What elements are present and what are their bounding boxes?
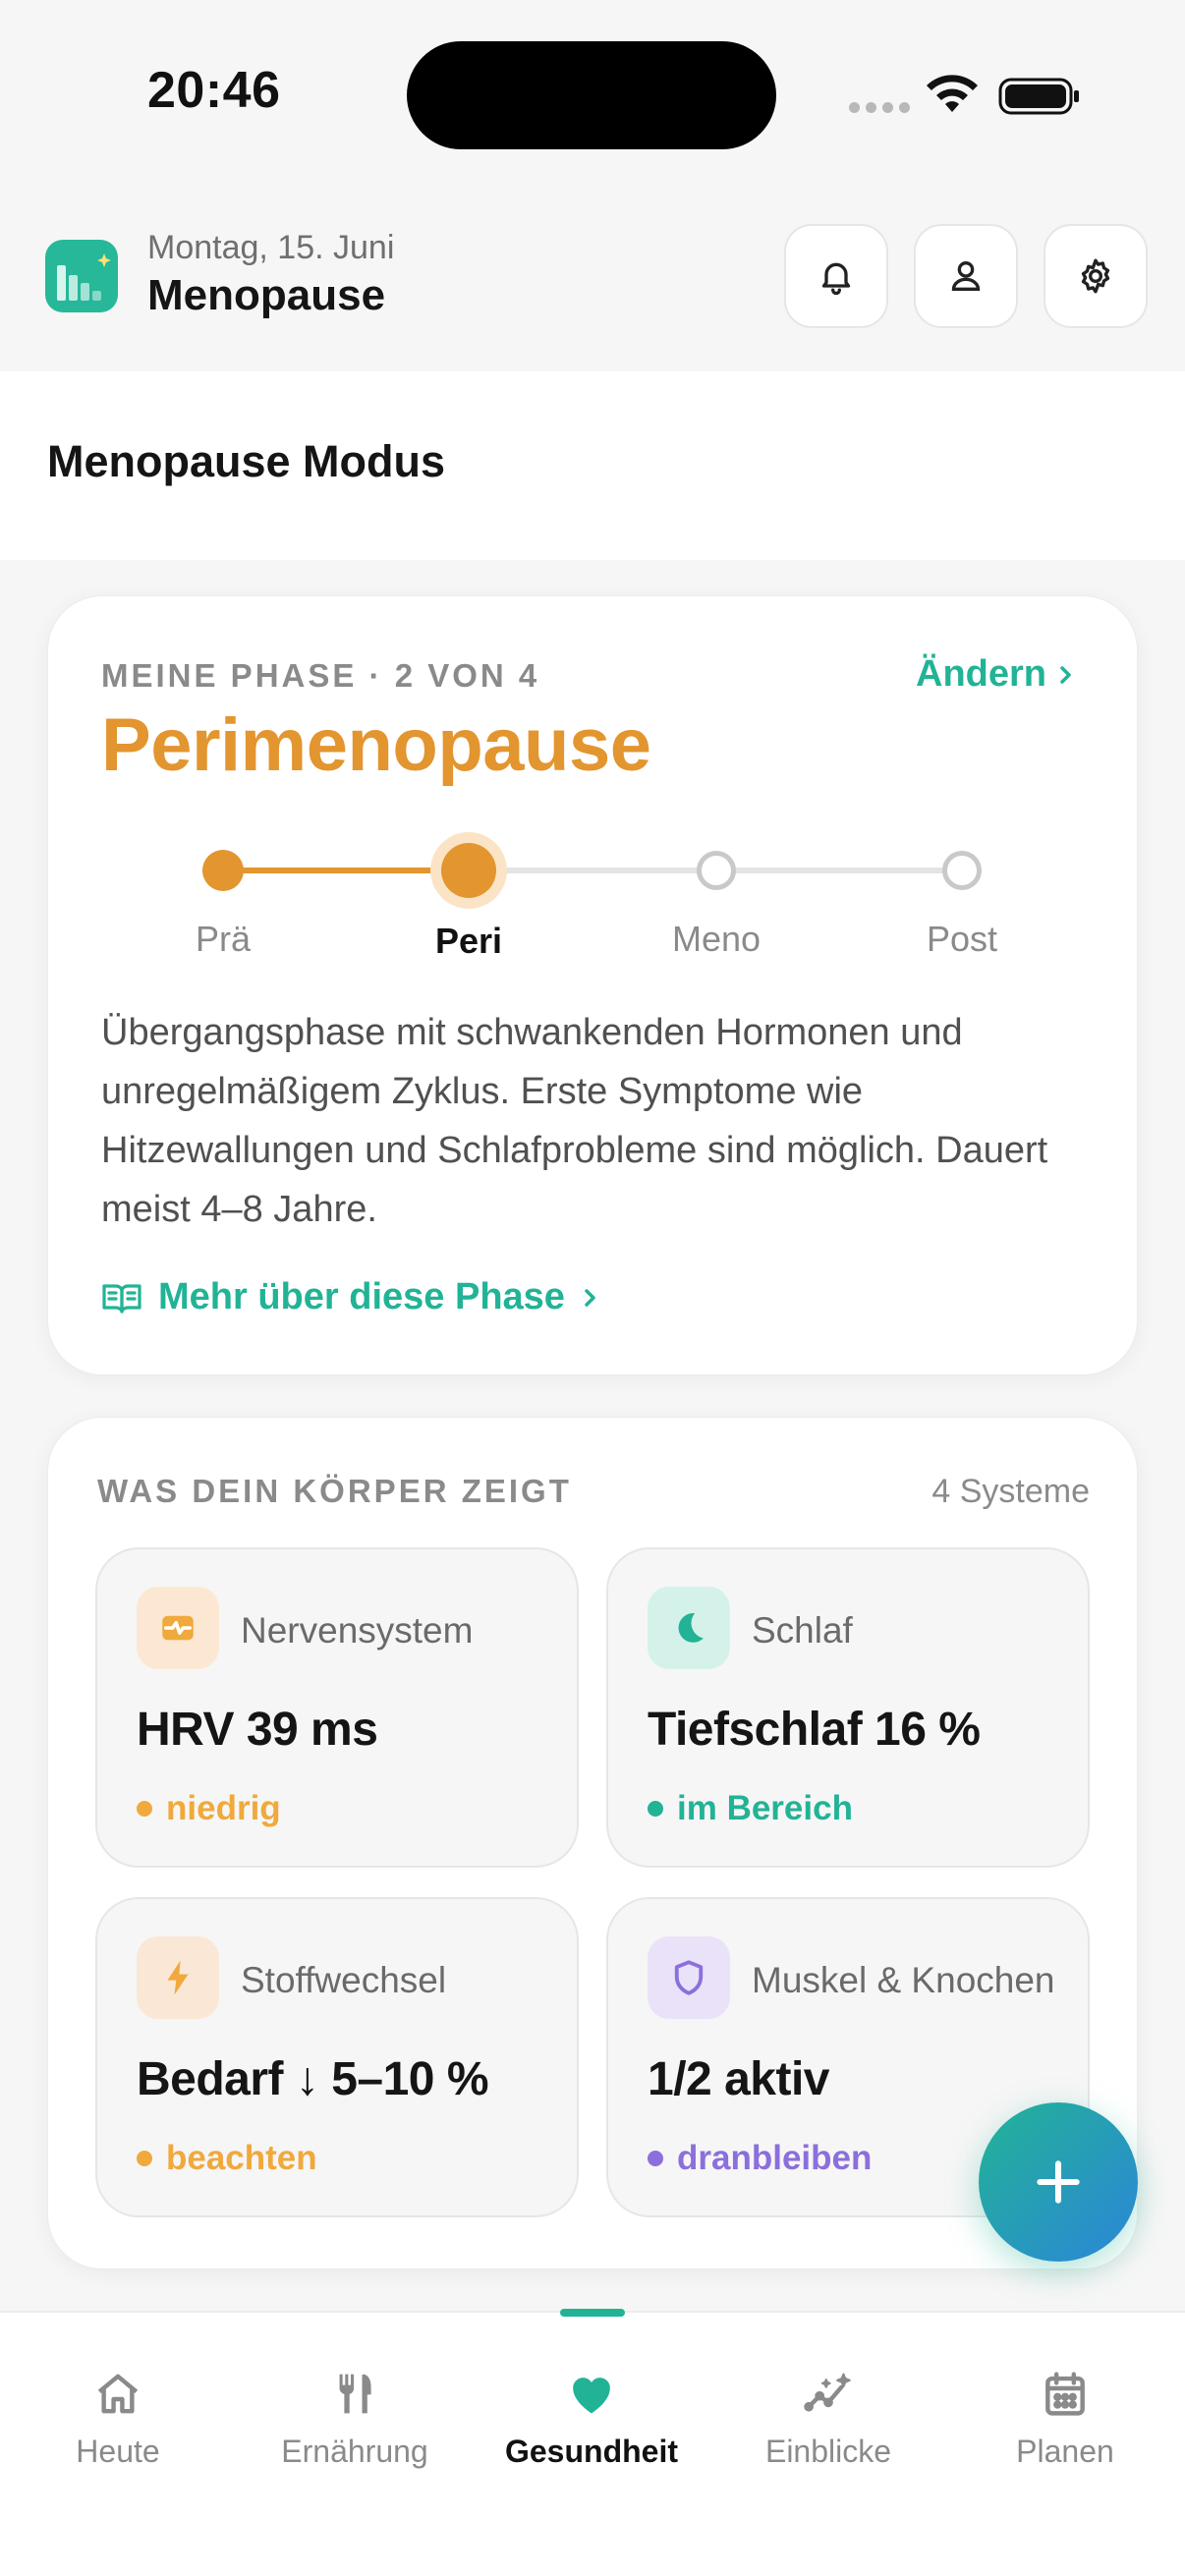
header-date: Montag, 15. Juni: [147, 229, 395, 266]
tab-planen[interactable]: Planen: [947, 2313, 1183, 2470]
system-status-label: beachten: [166, 2139, 317, 2177]
phase-card: MEINE PHASE · 2 VON 4 Ändern Perimenopau…: [47, 595, 1138, 1375]
timeline-label: Post: [926, 919, 998, 959]
cutlery-icon: [339, 2374, 371, 2414]
heart-icon: [573, 2378, 610, 2414]
system-tile-nervensystem[interactable]: Nervensystem HRV 39 ms niedrig: [95, 1547, 579, 1868]
more-about-phase-link[interactable]: Mehr über diese Phase: [101, 1276, 600, 1318]
system-name: Muskel & Knochen: [752, 1960, 1055, 2000]
status-bar: 20:46: [0, 0, 1185, 196]
tab-heute[interactable]: Heute: [0, 2313, 236, 2470]
timeline-step-peri[interactable]: [441, 843, 496, 898]
chevron-right-icon: [585, 1288, 595, 1307]
pulse-icon-badge: [137, 1587, 219, 1669]
status-dot: [137, 2151, 152, 2166]
add-button[interactable]: [979, 2102, 1138, 2262]
system-name: Nervensystem: [241, 1610, 474, 1651]
settings-button[interactable]: [1044, 224, 1148, 328]
status-dot: [648, 2151, 663, 2166]
body-kicker: WAS DEIN KÖRPER ZEIGT: [97, 1473, 572, 1509]
bell-icon: [821, 262, 851, 296]
dynamic-island: [407, 41, 776, 149]
systems-count: 4 Systeme: [931, 1473, 1090, 1510]
system-status: beachten: [137, 2139, 317, 2178]
sparkle-chart-icon: [804, 2373, 851, 2412]
phase-description: Übergangsphase mit schwankenden Hormonen…: [101, 1012, 1048, 1230]
system-value: Bedarf ↓ 5–10 %: [137, 2053, 489, 2105]
system-value: 1/2 aktiv: [648, 2053, 829, 2105]
book-icon: [102, 1283, 141, 1314]
change-phase-label: Ändern: [916, 653, 1046, 695]
header-title: Menopause: [147, 271, 386, 319]
phase-kicker: MEINE PHASE · 2 VON 4: [101, 657, 540, 694]
pulse-icon: [162, 1615, 194, 1641]
status-time: 20:46: [147, 62, 281, 119]
app-logo: [45, 240, 118, 312]
body-systems-card: WAS DEIN KÖRPER ZEIGT 4 Systeme Nervensy…: [47, 1417, 1138, 2269]
system-tile-stoffwechsel[interactable]: Stoffwechsel Bedarf ↓ 5–10 % beachten: [95, 1897, 579, 2217]
tab-ernaehrung[interactable]: Ernährung: [237, 2313, 473, 2470]
home-icon: [97, 2374, 139, 2414]
phase-timeline: Prä Peri Meno Post: [48, 832, 1139, 961]
status-dot: [648, 1801, 663, 1817]
mode-title: Menopause Modus: [47, 436, 446, 486]
wifi-icon: [927, 75, 978, 112]
change-phase-link[interactable]: Ändern: [916, 653, 1076, 696]
system-status-label: im Bereich: [677, 1789, 853, 1827]
timeline-label: Prä: [195, 919, 252, 959]
moon-icon: [678, 1613, 704, 1643]
more-about-phase-label: Mehr über diese Phase: [158, 1276, 565, 1317]
system-status-label: dranbleiben: [677, 2139, 873, 2177]
system-status-label: niedrig: [166, 1789, 281, 1827]
system-value: Tiefschlaf 16 %: [648, 1704, 981, 1756]
gear-icon: [1081, 258, 1110, 294]
system-status: dranbleiben: [648, 2139, 872, 2178]
system-tile-schlaf[interactable]: Schlaf Tiefschlaf 16 % im Bereich: [606, 1547, 1090, 1868]
chevron-right-icon: [1060, 665, 1071, 684]
phase-name: Perimenopause: [101, 703, 651, 787]
moon-icon-badge: [648, 1587, 730, 1669]
signal-icon: [849, 102, 910, 113]
tab-label: Heute: [76, 2434, 160, 2469]
plus-icon: [1037, 2160, 1080, 2204]
system-name: Schlaf: [752, 1610, 853, 1651]
user-icon: [951, 261, 981, 291]
system-status: niedrig: [137, 1789, 281, 1828]
timeline-step-post[interactable]: [942, 851, 982, 890]
system-value: HRV 39 ms: [137, 1704, 378, 1756]
tab-gesundheit[interactable]: Gesundheit: [474, 2313, 709, 2470]
tab-label: Planen: [1016, 2434, 1114, 2469]
timeline-label: Meno: [671, 919, 762, 959]
tab-label-active: Gesundheit: [504, 2434, 678, 2469]
timeline-step-meno[interactable]: [697, 851, 736, 890]
profile-button[interactable]: [914, 224, 1018, 328]
battery-icon: [998, 78, 1079, 115]
status-dot: [137, 1801, 152, 1817]
shield-icon-badge: [648, 1936, 730, 2019]
system-name: Stoffwechsel: [241, 1960, 447, 2000]
bolt-icon-badge: [137, 1936, 219, 2019]
tab-bar: Heute Ernährung Gesundheit Einblicke Pla…: [0, 2309, 1185, 2576]
tab-einblicke[interactable]: Einblicke: [710, 2313, 946, 2470]
calendar-icon: [1045, 2372, 1085, 2416]
shield-icon: [674, 1960, 704, 1995]
timeline-step-pra[interactable]: [202, 850, 244, 891]
tab-label: Einblicke: [764, 2434, 892, 2469]
system-status: im Bereich: [648, 1789, 853, 1828]
app-header: Montag, 15. Juni Menopause: [0, 214, 1185, 371]
notifications-button[interactable]: [784, 224, 888, 328]
tab-label: Ernährung: [281, 2434, 428, 2469]
bolt-icon: [167, 1960, 189, 1995]
mode-strip: Menopause Modus: [0, 371, 1185, 560]
timeline-label-active: Peri: [434, 921, 503, 961]
